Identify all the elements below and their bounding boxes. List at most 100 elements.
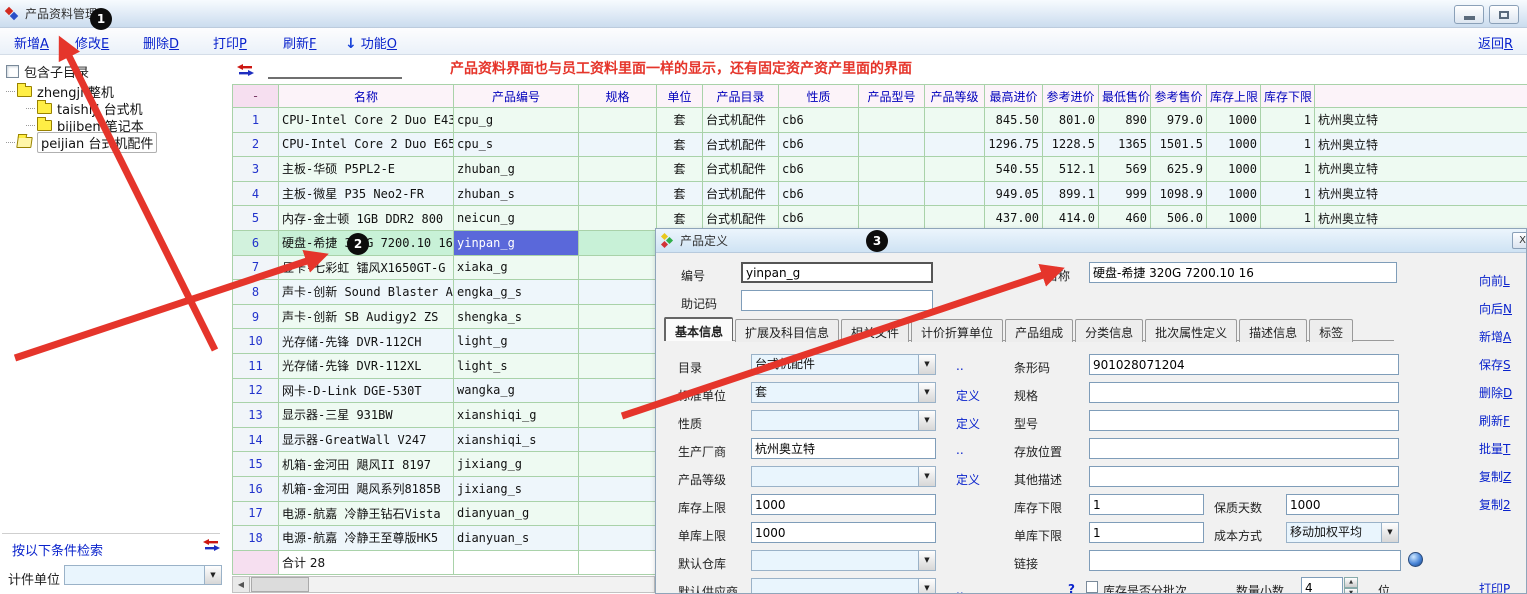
cell[interactable]: 11 [233,353,279,378]
tab-2[interactable]: 扩展及科目信息 [735,319,839,342]
cell[interactable]: 1000 [1207,108,1261,133]
mnemonic-field[interactable] [741,290,933,311]
cell[interactable]: 杭州奥立特 [1315,132,1527,157]
cell[interactable]: 套 [657,108,703,133]
chevron-down-icon[interactable]: ▼ [918,551,935,570]
cell[interactable]: 套 [657,206,703,231]
browse-link[interactable]: .. [956,583,964,594]
cell[interactable]: cpu_s [454,132,579,157]
cell[interactable]: 显卡-七彩虹 镭风X1650GT-G [279,255,454,280]
cell[interactable]: dianyuan_s [454,526,579,551]
cell[interactable]: zhuban_g [454,157,579,182]
cell[interactable]: 机箱-金河田 飓风II 8197 [279,452,454,477]
cell[interactable]: 1 [1261,157,1315,182]
cell[interactable]: xianshiqi_g [454,403,579,428]
code-field[interactable] [741,262,933,283]
text-field-6[interactable] [751,494,936,515]
scroll-left-icon[interactable]: ◀ [233,577,250,592]
define-link[interactable]: 定义 [956,415,980,432]
cell[interactable] [579,427,657,452]
cell[interactable]: 1098.9 [1151,181,1207,206]
cell[interactable] [579,476,657,501]
cell[interactable] [579,206,657,231]
cell[interactable]: 1365 [1099,132,1151,157]
right-field-3[interactable] [1089,410,1399,431]
toolbar-item-3[interactable]: 删除D [143,33,179,52]
cell[interactable]: 台式机配件 [703,206,779,231]
cell[interactable]: 网卡-D-Link DGE-530T [279,378,454,403]
combo-field-5[interactable]: ▼ [751,466,936,487]
tab-4[interactable]: 计价折算单位 [911,319,1003,342]
cell[interactable] [579,353,657,378]
cell[interactable]: 979.0 [1151,108,1207,133]
cell[interactable]: 540.55 [985,157,1043,182]
column-header-2[interactable]: 产品编号 [454,85,579,108]
cell[interactable]: 台式机配件 [703,157,779,182]
cell[interactable]: 1 [1261,108,1315,133]
cell[interactable]: jixiang_g [454,452,579,477]
cell[interactable] [579,329,657,354]
cell[interactable] [579,304,657,329]
cell[interactable]: 1 [1261,206,1315,231]
cell[interactable]: 512.1 [1043,157,1099,182]
cell[interactable]: wangka_g [454,378,579,403]
toolbar-item-4[interactable]: 打印P [213,33,247,52]
column-header-7[interactable]: 产品型号 [859,85,925,108]
cell[interactable]: 13 [233,403,279,428]
cost-method-combobox[interactable]: 移动加权平均 ▼ [1286,522,1399,543]
right-field-4[interactable] [1089,438,1399,459]
cell[interactable]: 套 [657,132,703,157]
cell[interactable]: 17 [233,501,279,526]
cell[interactable]: 4 [233,181,279,206]
cell[interactable]: 12 [233,378,279,403]
cell[interactable] [859,157,925,182]
combo-field-9[interactable]: ▼ [751,578,936,594]
cell[interactable] [579,230,657,255]
cell[interactable] [579,452,657,477]
cell[interactable]: 台式机配件 [703,132,779,157]
combo-field-2[interactable]: 套▼ [751,382,936,403]
cell[interactable]: 437.00 [985,206,1043,231]
column-header-3[interactable]: 规格 [579,85,657,108]
cell[interactable] [579,403,657,428]
dialog-action-3[interactable]: 新增A [1479,328,1511,345]
toolbar-item-6[interactable]: ↓功能O [345,33,397,52]
define-link[interactable]: 定义 [956,471,980,488]
table-row[interactable]: 1CPU-Intel Core 2 Duo E43cpu_g套台式机配件cb68… [233,108,1527,133]
right-field-2[interactable] [1089,382,1399,403]
swap-icon[interactable] [237,64,254,79]
cell[interactable]: neicun_g [454,206,579,231]
cell[interactable] [859,181,925,206]
column-header-11[interactable]: 最低售价 [1099,85,1151,108]
table-row[interactable]: 4主板-微星 P35 Neo2-FRzhuban_s套台式机配件cb6949.0… [233,181,1527,206]
cell[interactable]: 杭州奥立特 [1315,157,1527,182]
table-row[interactable]: 2CPU-Intel Core 2 Duo E65cpu_s套台式机配件cb61… [233,132,1527,157]
help-icon[interactable]: ? [1068,582,1075,594]
cell[interactable]: 显示器-GreatWall V247 [279,427,454,452]
dialog-action-8[interactable]: 复制Z [1479,468,1511,485]
batch-tracking-checkbox[interactable] [1086,581,1098,593]
cell[interactable]: 主板-微星 P35 Neo2-FR [279,181,454,206]
cell[interactable]: 414.0 [1043,206,1099,231]
text-field-7[interactable] [751,522,936,543]
cell[interactable]: 机箱-金河田 飓风系列8185B [279,476,454,501]
cell[interactable]: 18 [233,526,279,551]
tab-7[interactable]: 批次属性定义 [1145,319,1237,342]
cell[interactable]: 杭州奥立特 [1315,181,1527,206]
dialog-action-1[interactable]: 向前L [1479,272,1510,289]
cell[interactable] [925,157,985,182]
cell[interactable]: 主板-华硕 P5PL2-E [279,157,454,182]
name-field[interactable] [1089,262,1397,283]
tree-node-4[interactable]: peijian 台式机配件 [6,134,157,151]
dialog-action-7[interactable]: 批量T [1479,440,1510,457]
cell[interactable]: 套 [657,157,703,182]
cell[interactable]: 15 [233,452,279,477]
cell[interactable]: 光存储-先锋 DVR-112XL [279,353,454,378]
tree-node-2[interactable]: taishiji 台式机 [26,100,143,117]
column-header-1[interactable]: 名称 [279,85,454,108]
dialog-action-9[interactable]: 复制2 [1479,496,1511,513]
column-header-5[interactable]: 产品目录 [703,85,779,108]
browse-link[interactable]: .. [956,359,964,373]
cell[interactable]: 801.0 [1043,108,1099,133]
dialog-action-5[interactable]: 删除D [1479,384,1512,401]
